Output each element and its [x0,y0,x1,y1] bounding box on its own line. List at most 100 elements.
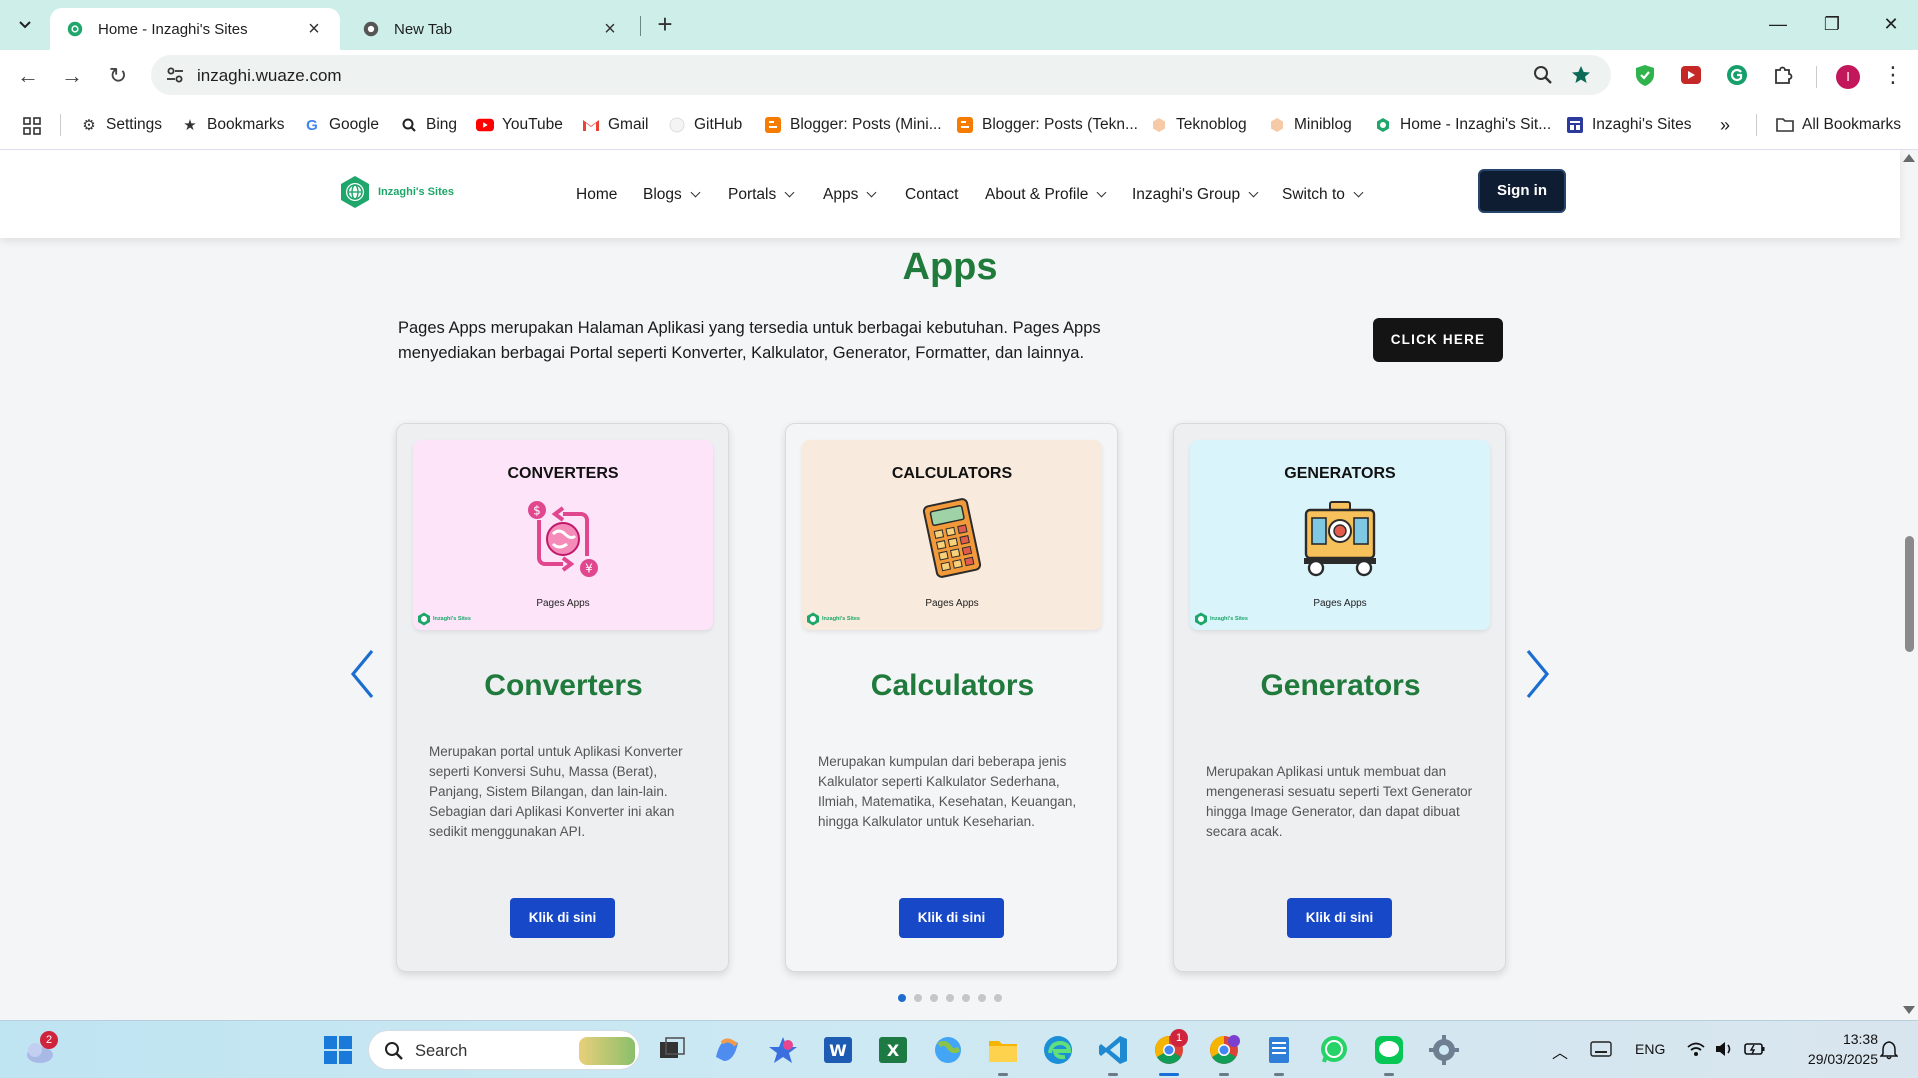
svg-text:W: W [829,1041,847,1060]
weather-badge: 2 [40,1031,58,1049]
notification-bell-icon[interactable] [1880,1040,1898,1060]
bookmark-bing[interactable]: Bing [400,114,457,136]
carousel-dot[interactable] [978,994,986,1002]
close-window-button[interactable]: ✕ [1864,6,1918,42]
carousel-prev-arrow-icon[interactable] [348,648,378,700]
video-extension-icon[interactable] [1678,62,1704,88]
keyboard-icon[interactable] [1590,1041,1612,1057]
nav-portals[interactable]: Portals [728,186,795,204]
whatsapp-icon[interactable] [1317,1033,1351,1067]
site-settings-icon[interactable] [163,63,187,87]
new-tab-button[interactable]: + [650,10,680,40]
extensions-puzzle-icon[interactable] [1770,62,1796,88]
card-image-logo: Inzaghi's Sites [417,612,471,626]
nav-switch-to[interactable]: Switch to [1282,186,1364,204]
browser-menu-icon[interactable]: ⋮ [1882,62,1904,90]
battery-charging-icon[interactable] [1744,1040,1766,1058]
notepad-icon[interactable] [1262,1033,1296,1067]
nav-home[interactable]: Home [576,186,617,204]
click-here-button[interactable]: CLICK HERE [1373,318,1503,362]
bookmark-teknoblog[interactable]: Teknoblog [1150,114,1247,136]
bookmark-github[interactable]: GitHub [668,114,742,136]
nav-inzaghis-group[interactable]: Inzaghi's Group [1132,186,1259,204]
nav-about-profile[interactable]: About & Profile [985,186,1107,204]
carousel-dot[interactable] [898,994,906,1002]
line-app-icon[interactable] [1372,1033,1406,1067]
excel-icon[interactable]: X [876,1033,910,1067]
bookmark-settings[interactable]: ⚙ Settings [80,114,162,136]
bookmark-blogger-tekno[interactable]: Blogger: Posts (Tekn... [956,114,1138,136]
edge-icon[interactable] [1041,1033,1075,1067]
taskbar-search[interactable]: Search [368,1030,640,1070]
close-tab-icon[interactable]: × [304,18,324,41]
wifi-icon[interactable] [1686,1040,1706,1058]
more-bookmarks-icon[interactable]: » [1720,114,1730,136]
zoom-icon[interactable] [1531,63,1555,87]
settings-gear-icon[interactable] [1427,1033,1461,1067]
show-hidden-icons-chevron-icon[interactable]: ︿ [1552,1039,1568,1063]
bookmark-label: Blogger: Posts (Mini... [790,116,942,133]
bookmark-home-inzaghi[interactable]: Home - Inzaghi's Sit... [1374,114,1551,136]
clock-time[interactable]: 13:38 [1820,1031,1878,1047]
carousel-dot[interactable] [994,994,1002,1002]
volume-icon[interactable] [1714,1040,1734,1058]
bookmark-youtube[interactable]: YouTube [476,114,563,136]
task-view-icon[interactable] [655,1033,689,1067]
bookmark-blogger-mini[interactable]: Blogger: Posts (Mini... [764,114,942,136]
back-button[interactable]: ← [14,62,42,90]
reload-button[interactable]: ↻ [104,62,132,90]
youtube-icon [476,116,494,134]
card-image-subtitle: Pages Apps [925,598,979,609]
scrollbar-thumb[interactable] [1905,536,1914,652]
grammarly-icon[interactable] [1724,62,1750,88]
carousel-next-arrow-icon[interactable] [1522,648,1552,700]
restore-button[interactable]: ❐ [1805,6,1859,42]
bookmark-gmail[interactable]: Gmail [582,114,648,136]
google-icon: G [306,116,318,134]
card-button[interactable]: Klik di sini [510,898,615,938]
tab-new-tab[interactable]: New Tab × [346,8,636,50]
nav-blogs[interactable]: Blogs [643,186,701,204]
bookmark-inzaghis-sites[interactable]: Inzaghi's Sites [1566,114,1691,136]
minimize-button[interactable]: — [1751,6,1805,42]
scroll-up-arrow-icon[interactable] [1903,154,1915,162]
profile-avatar[interactable]: I [1836,65,1860,89]
chevron-down-icon [690,187,701,198]
card-button[interactable]: Klik di sini [899,898,1004,938]
all-bookmarks-button[interactable]: All Bookmarks [1776,114,1901,136]
bookmark-miniblog[interactable]: Miniblog [1268,114,1352,136]
carousel-dot[interactable] [914,994,922,1002]
windows-start-icon[interactable] [321,1033,355,1067]
bookmark-google[interactable]: G Google [303,114,379,136]
nav-contact[interactable]: Contact [905,186,958,204]
carousel-dot[interactable] [962,994,970,1002]
photos-app-icon[interactable] [766,1033,800,1067]
forward-button[interactable]: → [58,62,86,90]
vscode-icon[interactable] [1096,1033,1130,1067]
bookmark-label: Inzaghi's Sites [1592,116,1692,133]
bookmark-star-icon[interactable] [1569,63,1593,87]
address-bar[interactable]: inzaghi.wuaze.com [151,55,1611,95]
sign-in-button[interactable]: Sign in [1478,169,1566,213]
card-button[interactable]: Klik di sini [1287,898,1392,938]
word-icon[interactable]: W [821,1033,855,1067]
tab-search-button[interactable] [8,9,42,41]
carousel-dot[interactable] [930,994,938,1002]
apps-grid-icon[interactable] [22,116,42,136]
language-indicator[interactable]: ENG [1635,1041,1665,1057]
page-scrollbar[interactable] [1900,150,1918,1020]
maps-globe-icon[interactable] [931,1033,965,1067]
tab-home[interactable]: Home - Inzaghi's Sites × [50,8,340,50]
logo-globe-icon [807,612,819,626]
chrome-profile-icon[interactable] [1207,1033,1241,1067]
site-logo[interactable]: Inzaghi's Sites [338,175,454,209]
clock-date[interactable]: 29/03/2025 [1788,1051,1878,1067]
nav-apps[interactable]: Apps [823,186,877,204]
close-tab-icon[interactable]: × [600,18,620,41]
carousel-dot[interactable] [946,994,954,1002]
file-explorer-icon[interactable] [986,1033,1020,1067]
shield-extension-icon[interactable] [1632,62,1658,88]
scroll-down-arrow-icon[interactable] [1903,1006,1915,1014]
bookmark-bookmarks[interactable]: ★ Bookmarks [181,114,284,136]
copilot-icon[interactable] [710,1033,744,1067]
